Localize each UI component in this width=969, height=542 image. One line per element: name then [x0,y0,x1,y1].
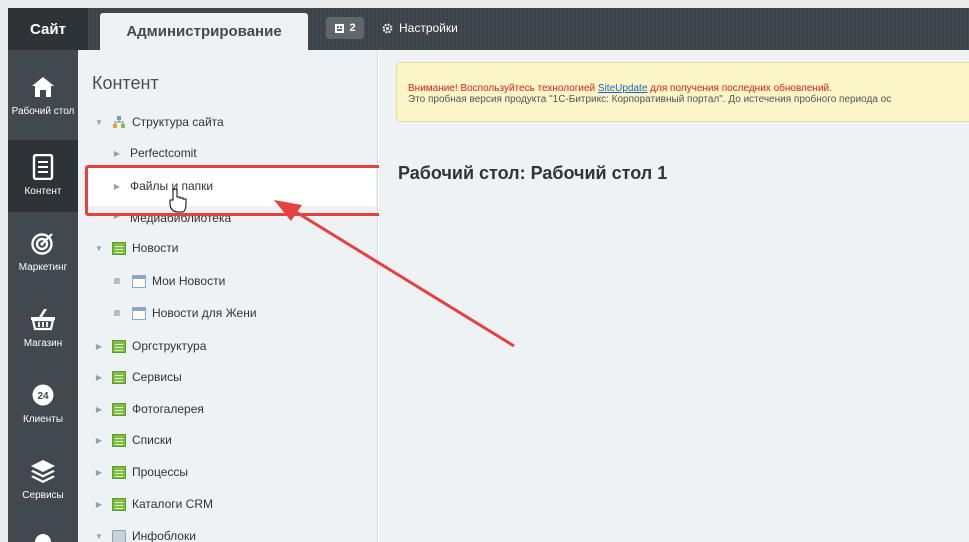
chevron-down-icon[interactable]: ▼ [94,244,104,253]
menu-item-services[interactable]: Сервисы [8,448,78,516]
document-icon [112,433,126,447]
calendar-icon [132,274,146,288]
tree-item-label: Мои Новости [152,274,226,288]
tree-item-infoblocks[interactable]: ▼ Инфоблоки [94,526,196,542]
alert-info-line: Это пробная версия продукта "1С-Битрикс:… [408,94,892,105]
bullet-icon [114,278,120,284]
tree-item-label: Инфоблоки [132,529,196,542]
siteupdate-link[interactable]: SiteUpdate [598,83,647,94]
layers-icon [31,460,55,483]
clock-24-icon: 24 [32,384,54,406]
tree-item-processes[interactable]: ▶ Процессы [94,462,188,482]
tab-administration[interactable]: Администрирование [100,13,308,50]
tree-item-label: Сервисы [132,370,182,384]
partial-icon [35,534,51,542]
chevron-right-icon[interactable]: ▶ [94,500,104,509]
menu-item-label: Маркетинг [18,262,68,273]
document-icon [112,497,126,511]
menu-item-content[interactable]: Контент [8,140,78,212]
gear-icon [382,23,393,33]
alert-warning-prefix: Внимание! Воспользуйтесь технологией [408,83,598,94]
alert-warning-suffix: для получения последних обновлений. [647,83,832,94]
tree-item-photogallery[interactable]: ▶ Фотогалерея [94,399,204,419]
menu-item-label: Клиенты [22,414,64,425]
document-icon [112,402,126,416]
home-icon [32,77,54,97]
update-alert: Внимание! Воспользуйтесь технологией Sit… [396,62,969,122]
chevron-right-icon[interactable]: ▶ [94,436,104,445]
menu-item-label: Рабочий стол [11,106,75,117]
document-icon [112,241,126,255]
tree-item-lists[interactable]: ▶ Списки [94,430,172,450]
document-icon [112,370,126,384]
main-content [379,50,969,542]
bullet-icon [114,310,120,316]
tree-item-label: Фотогалерея [132,402,204,416]
tree-item-label: Структура сайта [132,115,224,129]
chevron-right-icon[interactable]: ▶ [94,373,104,382]
chevron-down-icon[interactable]: ▼ [94,118,104,127]
menu-item-shop[interactable]: Магазин [8,296,78,364]
tree-item-perfectcomit[interactable]: ▶ Perfectcomit [112,143,197,163]
menu-item-marketing[interactable]: Маркетинг [8,222,78,290]
tree-item-news-for-zhenya[interactable]: Новости для Жени [114,303,257,323]
target-icon [31,233,53,255]
settings-label: Настройки [399,21,458,35]
tree-item-services[interactable]: ▶ Сервисы [94,367,182,387]
tree-item-label: Каталоги CRM [132,497,213,511]
alert-warning-line: Внимание! Воспользуйтесь технологией Sit… [408,83,969,94]
tree-item-label: Оргструктура [132,339,207,353]
chevron-down-icon[interactable]: ▼ [94,532,104,541]
menu-item-desktop[interactable]: Рабочий стол [8,64,78,132]
tree-item-label: Perfectcomit [130,146,197,160]
chevron-right-icon[interactable]: ▶ [94,468,104,477]
basket-icon [31,309,55,331]
flag-icon [335,23,345,33]
tree-item-site-structure[interactable]: ▼ Структура сайта [94,112,224,132]
document-icon [112,339,126,353]
tree-item-label: Процессы [132,465,189,479]
page-title: Рабочий стол: Рабочий стол 1 [398,163,668,183]
menu-item-label: Контент [24,186,62,197]
chevron-right-icon[interactable]: ▶ [112,149,122,158]
tree-item-crm-catalogs[interactable]: ▶ Каталоги CRM [94,494,213,514]
notifications-button[interactable]: 2 [326,17,364,39]
tab-site[interactable]: Сайт [8,8,88,50]
highlight-annotation-box [85,165,382,216]
menu-item-clients[interactable]: 24 Клиенты [8,372,78,440]
infoblock-icon [112,529,126,542]
tree-item-label: Списки [132,433,172,447]
chevron-right-icon[interactable]: ▶ [94,405,104,414]
tree-item-label: Новости для Жени [152,306,257,320]
document-icon [112,465,126,479]
tree-item-my-news[interactable]: Мои Новости [114,271,225,291]
svg-text:24: 24 [37,391,49,402]
tree-item-media-library[interactable]: ▶ Медиабиблиотека [112,214,231,228]
structure-icon [113,116,125,128]
notifications-count: 2 [349,22,356,34]
menu-item-label: Магазин [23,338,63,349]
settings-link[interactable]: Настройки [382,19,458,37]
tree-item-org-structure[interactable]: ▶ Оргструктура [94,336,206,356]
chevron-right-icon[interactable]: ▶ [94,342,104,351]
tree-title: Контент [92,73,159,93]
menu-item-label: Сервисы [22,490,64,501]
document-icon [32,154,54,180]
menu-item-more[interactable] [8,530,78,542]
tree-item-news[interactable]: ▼ Новости [94,238,178,258]
tree-item-label: Новости [132,241,179,255]
calendar-icon [132,306,146,320]
